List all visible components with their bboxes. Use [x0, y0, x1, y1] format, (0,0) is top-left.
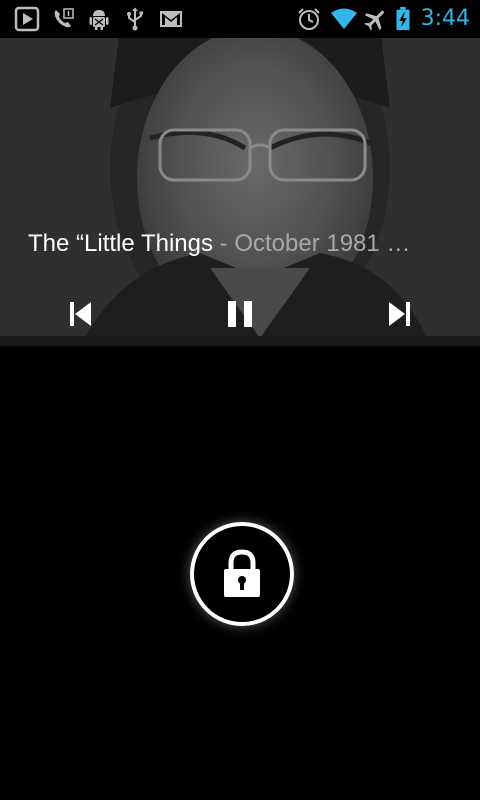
alarm-icon	[296, 6, 322, 32]
phone-call-icon	[50, 6, 76, 32]
play-store-icon	[14, 6, 40, 32]
track-subtitle: October 1981 …	[234, 230, 411, 257]
pause-button[interactable]	[220, 294, 260, 334]
previous-icon	[70, 302, 91, 326]
next-icon	[389, 302, 410, 326]
usb-icon	[122, 6, 148, 32]
lock-icon	[220, 548, 264, 600]
airplane-icon	[362, 6, 388, 32]
widget-bottom-strip	[0, 336, 480, 346]
next-button[interactable]	[380, 294, 420, 334]
previous-button[interactable]	[60, 294, 100, 334]
pause-icon	[228, 301, 252, 327]
clock: 3:44	[420, 6, 470, 31]
track-info: The “Little Things - October 1981 …	[28, 228, 468, 260]
battery-charging-icon	[394, 6, 412, 32]
gmail-icon	[158, 6, 184, 32]
track-title: The “Little Things	[28, 230, 213, 257]
track-separator: -	[212, 230, 235, 257]
unlock-handle[interactable]	[190, 522, 294, 626]
wifi-icon	[330, 6, 358, 32]
music-widget: The “Little Things - October 1981 …	[0, 38, 480, 346]
android-debug-icon	[86, 6, 112, 32]
status-bar: 3:44	[0, 0, 480, 38]
